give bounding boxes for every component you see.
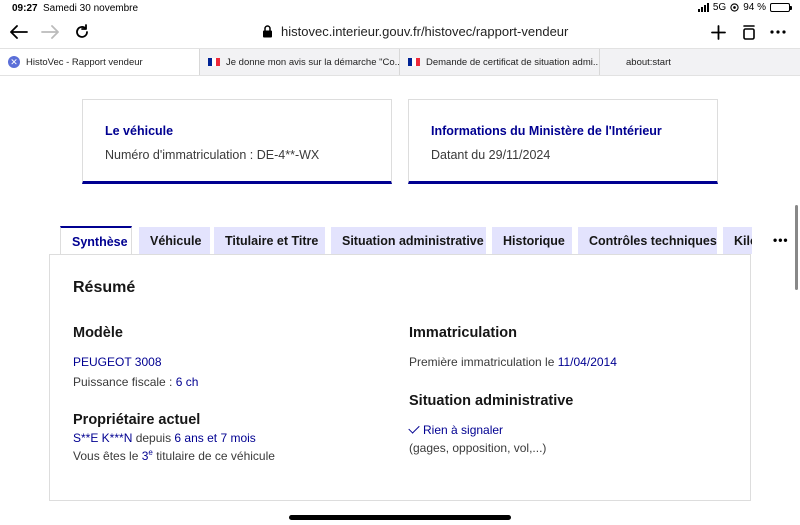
browser-tab-label: Je donne mon avis sur la démarche "Co... bbox=[226, 56, 400, 68]
more-icon bbox=[770, 30, 786, 34]
first-registration-date: 11/04/2014 bbox=[557, 355, 617, 369]
model-name: PEUGEOT 3008 bbox=[73, 355, 162, 369]
tab-synthese[interactable]: Synthèse bbox=[60, 226, 132, 254]
status-bar: 09:27 Samedi 30 novembre 5G 94 % bbox=[0, 0, 800, 16]
tab-historique[interactable]: Historique bbox=[492, 227, 572, 254]
url-text: histovec.interieur.gouv.fr/histovec/rapp… bbox=[281, 24, 569, 39]
lock-icon bbox=[263, 25, 272, 38]
back-button[interactable] bbox=[7, 20, 31, 44]
owner-rank-suffix: titulaire de ce véhicule bbox=[152, 449, 275, 463]
location-icon bbox=[730, 3, 739, 12]
vehicle-card: Le véhicule Numéro d'immatriculation : D… bbox=[82, 99, 392, 184]
url-bar: histovec.interieur.gouv.fr/histovec/rapp… bbox=[0, 16, 800, 48]
resume-title: Résumé bbox=[73, 279, 136, 296]
status-time: 09:27 bbox=[12, 3, 38, 14]
close-tab-icon[interactable]: ✕ bbox=[8, 56, 20, 68]
admin-situation-title: Situation administrative bbox=[409, 393, 574, 409]
vehicle-card-title: Le véhicule bbox=[105, 124, 174, 138]
french-flag-icon bbox=[408, 58, 420, 66]
arrow-right-icon bbox=[41, 25, 59, 39]
tab-vehicule[interactable]: Véhicule bbox=[139, 227, 210, 254]
synthese-panel: Résumé Modèle PEUGEOT 3008 Puissance fis… bbox=[49, 254, 751, 501]
battery-percent: 94 % bbox=[743, 2, 766, 13]
tab-kilometrage[interactable]: Kilométrage bbox=[723, 227, 752, 254]
ministry-card: Informations du Ministère de l'Intérieur… bbox=[408, 99, 718, 184]
network-label: 5G bbox=[712, 2, 727, 13]
owner-rank-line: Vous êtes le 3e titulaire de ce véhicule bbox=[73, 448, 275, 463]
admin-situation-status: Rien à signaler bbox=[408, 422, 504, 437]
immatriculation-title: Immatriculation bbox=[409, 325, 517, 341]
fiscal-power: Puissance fiscale : 6 ch bbox=[73, 375, 198, 389]
browser-tab-label: HistoVec - Rapport vendeur bbox=[26, 56, 143, 68]
more-tabs-button[interactable]: ••• bbox=[773, 233, 789, 247]
owner-title: Propriétaire actuel bbox=[73, 412, 201, 428]
browser-tab-histovec[interactable]: ✕ HistoVec - Rapport vendeur bbox=[0, 49, 200, 75]
browser-tab-avis[interactable]: Je donne mon avis sur la démarche "Co... bbox=[200, 49, 400, 75]
reload-icon bbox=[76, 24, 88, 38]
browser-tab-label: about:start bbox=[626, 56, 671, 68]
new-tab-button[interactable] bbox=[706, 20, 730, 44]
owner-name: S**E K***N bbox=[73, 431, 133, 445]
browser-tab-certificat[interactable]: Demande de certificat de situation admi.… bbox=[400, 49, 600, 75]
ministry-card-title: Informations du Ministère de l'Intérieur bbox=[431, 124, 662, 138]
fiscal-power-value: 6 ch bbox=[175, 375, 199, 389]
first-registration-label: Première immatriculation le bbox=[409, 355, 558, 369]
owner-rank-prefix: Vous êtes le bbox=[73, 449, 142, 463]
browser-tab-about[interactable]: about:start bbox=[600, 49, 800, 75]
registration-number: Numéro d'immatriculation : DE-4**-WX bbox=[105, 148, 320, 162]
browser-tab-bar: ✕ HistoVec - Rapport vendeur Je donne mo… bbox=[0, 48, 800, 76]
modele-title: Modèle bbox=[73, 325, 123, 341]
scroll-indicator[interactable] bbox=[795, 205, 798, 290]
tabs-overview-button[interactable] bbox=[737, 20, 761, 44]
tab-controles[interactable]: Contrôles techniques bbox=[578, 227, 717, 254]
first-registration: Première immatriculation le 11/04/2014 bbox=[409, 355, 617, 369]
admin-status-text: Rien à signaler bbox=[423, 423, 504, 437]
tab-situation[interactable]: Situation administrative bbox=[331, 227, 486, 254]
report-date: Datant du 29/11/2024 bbox=[431, 148, 551, 162]
report-tabs: Synthèse Véhicule Titulaire et Titre Sit… bbox=[60, 226, 752, 254]
home-indicator[interactable] bbox=[289, 515, 511, 520]
reload-button[interactable] bbox=[70, 20, 94, 44]
forward-button[interactable] bbox=[38, 20, 62, 44]
admin-situation-detail: (gages, opposition, vol,...) bbox=[409, 441, 547, 455]
tab-titulaire[interactable]: Titulaire et Titre bbox=[214, 227, 325, 254]
check-icon bbox=[408, 422, 420, 434]
battery-icon bbox=[770, 3, 792, 12]
browser-tab-label: Demande de certificat de situation admi.… bbox=[426, 56, 600, 68]
owner-line: S**E K***N depuis 6 ans et 7 mois bbox=[73, 431, 256, 445]
browser-menu-button[interactable] bbox=[766, 20, 790, 44]
owner-duration: 6 ans et 7 mois bbox=[174, 431, 256, 445]
signal-icon bbox=[697, 3, 709, 12]
french-flag-icon bbox=[208, 58, 220, 66]
arrow-left-icon bbox=[10, 25, 28, 39]
owner-since-label: depuis bbox=[132, 431, 175, 445]
plus-icon bbox=[710, 24, 726, 40]
tabs-icon bbox=[743, 24, 755, 40]
address-field[interactable]: histovec.interieur.gouv.fr/histovec/rapp… bbox=[262, 24, 568, 39]
status-right: 5G 94 % bbox=[697, 2, 792, 13]
status-date: Samedi 30 novembre bbox=[43, 3, 139, 14]
fiscal-power-label: Puissance fiscale : bbox=[73, 375, 176, 389]
